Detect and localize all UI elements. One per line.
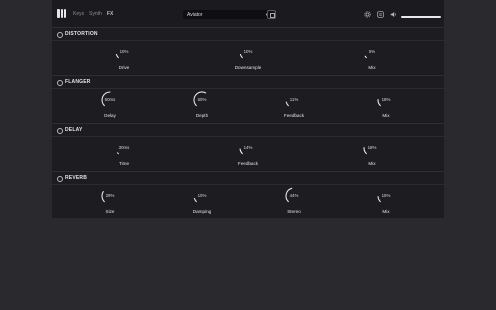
section-header[interactable]: DELAY bbox=[52, 124, 444, 137]
knob-size[interactable]: 29% Size bbox=[80, 186, 140, 218]
section-title: DELAY bbox=[65, 127, 83, 133]
tab-fx[interactable]: FX bbox=[107, 11, 113, 17]
knob-label: Delay bbox=[104, 113, 116, 118]
power-icon[interactable] bbox=[57, 32, 63, 38]
section-flanger: FLANGER 50ms Delay 60% Depth 11% Feedback 18% Mi… bbox=[52, 75, 444, 122]
settings-icon[interactable] bbox=[364, 11, 371, 18]
save-preset-button[interactable] bbox=[267, 10, 276, 19]
knob-value: 29% bbox=[105, 193, 115, 198]
section-delay: DELAY 30ms Time 14% Feedback 18% Mix bbox=[52, 123, 444, 170]
knob-mix[interactable]: 18% Mix bbox=[342, 138, 402, 170]
knob-drive[interactable]: 10% Drive bbox=[94, 42, 154, 74]
knob-arc bbox=[115, 53, 119, 59]
knob-arc bbox=[239, 53, 243, 59]
fx-panel: Keys Synth FX Aviator ▼ DISTORTION 10% Dri… bbox=[52, 0, 444, 218]
knob-arc bbox=[364, 55, 367, 59]
knob-label: Mix bbox=[382, 209, 390, 214]
knob-arc bbox=[193, 197, 197, 203]
knob-value: 14% bbox=[243, 145, 253, 150]
section-header[interactable]: DISTORTION bbox=[52, 28, 444, 41]
knob-value: 10% bbox=[243, 49, 253, 54]
volume-icon bbox=[390, 12, 396, 17]
knob-value: 10% bbox=[119, 49, 129, 54]
section-reverb: REVERB 29% Size 10% Damping 44% Stereo 15% Mix bbox=[52, 171, 444, 218]
power-icon[interactable] bbox=[57, 176, 63, 182]
section-header[interactable]: REVERB bbox=[52, 172, 444, 185]
knob-value: 18% bbox=[367, 145, 377, 150]
section-title: DISTORTION bbox=[65, 31, 98, 37]
knob-label: Mix bbox=[368, 65, 376, 70]
midi-icon[interactable] bbox=[377, 11, 384, 18]
knob-label: Damping bbox=[192, 209, 212, 214]
knob-label: Time bbox=[118, 161, 130, 166]
knob-label: Mix bbox=[368, 161, 376, 166]
top-bar: Keys Synth FX Aviator ▼ bbox=[52, 4, 444, 24]
knob-label: Drive bbox=[118, 65, 130, 70]
knob-mix[interactable]: 18% Mix bbox=[356, 90, 416, 122]
knob-value: 18% bbox=[381, 97, 391, 102]
app-logo-icon bbox=[57, 9, 66, 18]
volume-slider[interactable] bbox=[401, 16, 441, 18]
knob-feedback[interactable]: 11% Feedback bbox=[264, 90, 324, 122]
knob-value: 11% bbox=[289, 97, 299, 102]
power-icon[interactable] bbox=[57, 80, 63, 86]
knob-label: Downsample bbox=[234, 65, 262, 70]
knob-value: 44% bbox=[289, 193, 299, 198]
tab-keys[interactable]: Keys bbox=[73, 11, 84, 17]
knob-value: 5% bbox=[368, 49, 376, 54]
preset-name: Aviator bbox=[187, 12, 203, 18]
section-header[interactable]: FLANGER bbox=[52, 76, 444, 89]
knob-arc bbox=[285, 101, 289, 107]
tab-synth[interactable]: Synth bbox=[89, 11, 102, 17]
knob-label: Depth bbox=[195, 113, 209, 118]
preset-select[interactable]: Aviator ▼ bbox=[183, 10, 273, 19]
knob-label: Size bbox=[105, 209, 115, 214]
knob-value: 15% bbox=[381, 193, 391, 198]
knob-time[interactable]: 30ms Time bbox=[94, 138, 154, 170]
knob-damping[interactable]: 10% Damping bbox=[172, 186, 232, 218]
knob-value: 60% bbox=[197, 97, 207, 102]
knob-mix[interactable]: 15% Mix bbox=[356, 186, 416, 218]
knob-value: 30ms bbox=[118, 145, 130, 150]
section-distortion: DISTORTION 10% Drive 10% Downsample 5% Mix bbox=[52, 27, 444, 74]
knob-depth[interactable]: 60% Depth bbox=[172, 90, 232, 122]
power-icon[interactable] bbox=[57, 128, 63, 134]
knob-downsample[interactable]: 10% Downsample bbox=[218, 42, 278, 74]
knob-value: 10% bbox=[197, 193, 207, 198]
knob-label: Feedback bbox=[283, 113, 305, 118]
knob-label: Feedback bbox=[237, 161, 259, 166]
knob-mix[interactable]: 5% Mix bbox=[342, 42, 402, 74]
knob-stereo[interactable]: 44% Stereo bbox=[264, 186, 324, 218]
knob-value: 50ms bbox=[104, 97, 116, 102]
knob-delay[interactable]: 50ms Delay bbox=[80, 90, 140, 122]
knob-feedback[interactable]: 14% Feedback bbox=[218, 138, 278, 170]
section-title: FLANGER bbox=[65, 79, 91, 85]
knob-label: Stereo bbox=[287, 209, 301, 214]
section-title: REVERB bbox=[65, 175, 88, 181]
knob-arc bbox=[117, 152, 119, 155]
knob-label: Mix bbox=[382, 113, 390, 118]
